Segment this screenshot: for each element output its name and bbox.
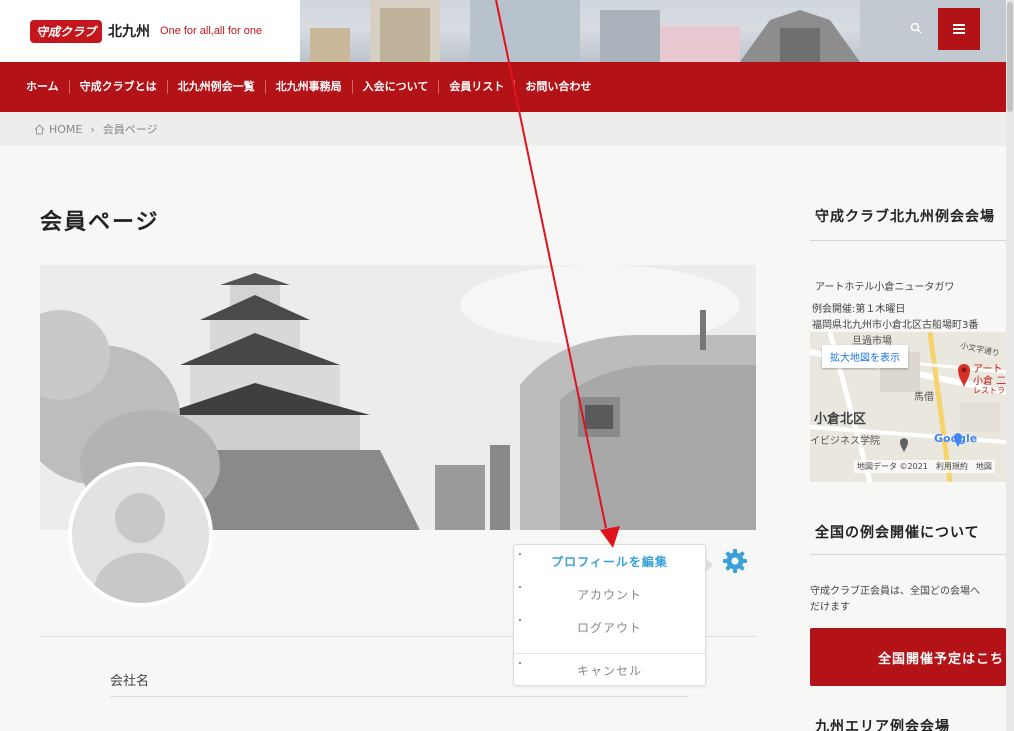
bullet-dot xyxy=(519,553,521,555)
profile-settings-button[interactable] xyxy=(721,547,749,575)
breadcrumb-separator: › xyxy=(90,122,95,136)
bullet-dot xyxy=(519,586,521,588)
breadcrumb: HOME › 会員ページ xyxy=(0,112,1006,146)
profile-actions-menu: プロフィールを編集 アカウント ログアウト キャンセル xyxy=(513,544,713,686)
header-search-button[interactable] xyxy=(898,10,934,46)
bullet-dot xyxy=(519,619,521,621)
field-underline xyxy=(110,696,688,697)
map-label-district: 小倉北区 xyxy=(814,412,867,427)
logo-title: 北九州 xyxy=(108,24,151,40)
nav-item-office[interactable]: 北九州事務局 xyxy=(266,80,353,94)
nav-item-about[interactable]: 守成クラブとは xyxy=(70,80,168,94)
logo-tagline: One for all,all for one xyxy=(160,25,263,37)
venue-address: 福岡県北九州市小倉北区古船場町3番 xyxy=(812,320,979,331)
sidebar-venue-title: 守成クラブ北九州例会会場 xyxy=(815,209,995,225)
map-label-pin-3: レストラ xyxy=(973,386,1005,395)
page: 守成クラブ 北九州 One for all,all for one ホーム 守成… xyxy=(0,0,1014,731)
menu-item-account[interactable]: アカウント xyxy=(514,578,705,611)
menu-item-label: キャンセル xyxy=(576,663,642,678)
field-label-company: 会社名 xyxy=(110,674,150,689)
national-text-line1: 守成クラブ正会員は、全国どの会場へ xyxy=(810,586,980,597)
site-logo[interactable]: 守成クラブ 北九州 One for all,all for one xyxy=(30,19,263,43)
menu-item-label: アカウント xyxy=(576,588,642,602)
nav-item-contact[interactable]: お問い合わせ xyxy=(515,80,601,94)
nav-item-meetings[interactable]: 北九州例会一覧 xyxy=(168,80,266,94)
profile-avatar[interactable] xyxy=(68,462,213,607)
map-label-school: イビジネス学院 xyxy=(810,436,880,447)
search-icon xyxy=(910,22,922,34)
default-user-icon xyxy=(72,466,209,603)
venue-name: アートホテル小倉ニュータガワ xyxy=(815,282,955,293)
home-icon xyxy=(34,123,45,134)
menu-item-label: ログアウト xyxy=(576,621,642,635)
page-title: 会員ページ xyxy=(40,210,160,235)
menu-item-logout[interactable]: ログアウト xyxy=(514,611,705,644)
site-header: 守成クラブ 北九州 One for all,all for one xyxy=(0,0,1006,62)
sidebar-title-underline xyxy=(810,554,1006,555)
venue-map[interactable]: 旦過市場 小文字通り アート 小倉 二 レストラ 馬借 小倉北区 イビジネス学院… xyxy=(810,332,1006,482)
map-label-google: Google xyxy=(934,432,978,445)
main-nav: ホーム 守成クラブとは 北九州例会一覧 北九州事務局 入会について 会員リスト … xyxy=(0,62,1006,112)
sidebar-kyushu-title: 九州エリア例会会場 xyxy=(815,719,950,731)
map-expand-button[interactable]: 拡大地図を表示 xyxy=(822,345,908,368)
nav-item-home[interactable]: ホーム xyxy=(26,80,70,94)
menu-item-cancel[interactable]: キャンセル xyxy=(514,653,705,686)
menu-item-label: プロフィールを編集 xyxy=(551,555,668,569)
breadcrumb-current: 会員ページ xyxy=(102,123,158,136)
scrollbar-thumb[interactable] xyxy=(1007,2,1013,112)
header-menu-button[interactable] xyxy=(938,8,980,50)
nav-item-members[interactable]: 会員リスト xyxy=(439,80,516,94)
nav-item-join[interactable]: 入会について xyxy=(353,80,440,94)
venue-day: 例会開催:第１木曜日 xyxy=(812,304,906,315)
map-label-place: 馬借 xyxy=(914,392,934,403)
gear-icon xyxy=(723,549,747,573)
menu-item-edit-profile[interactable]: プロフィールを編集 xyxy=(514,545,705,578)
map-footer[interactable]: 地図データ ©2021 利用規約 地図 xyxy=(854,460,995,473)
sidebar-national-title: 全国の例会開催について xyxy=(815,525,980,541)
logo-mark: 守成クラブ xyxy=(30,19,103,43)
national-schedule-button[interactable]: 全国開催予定はこち xyxy=(810,628,1006,686)
bullet-dot xyxy=(519,662,521,664)
breadcrumb-home-link[interactable]: HOME xyxy=(49,123,82,136)
sidebar-title-underline xyxy=(810,240,1006,241)
sidebar: 守成クラブ北九州例会会場 アートホテル小倉ニュータガワ 例会開催:第１木曜日 福… xyxy=(810,190,1006,731)
hamburger-icon xyxy=(953,24,965,34)
